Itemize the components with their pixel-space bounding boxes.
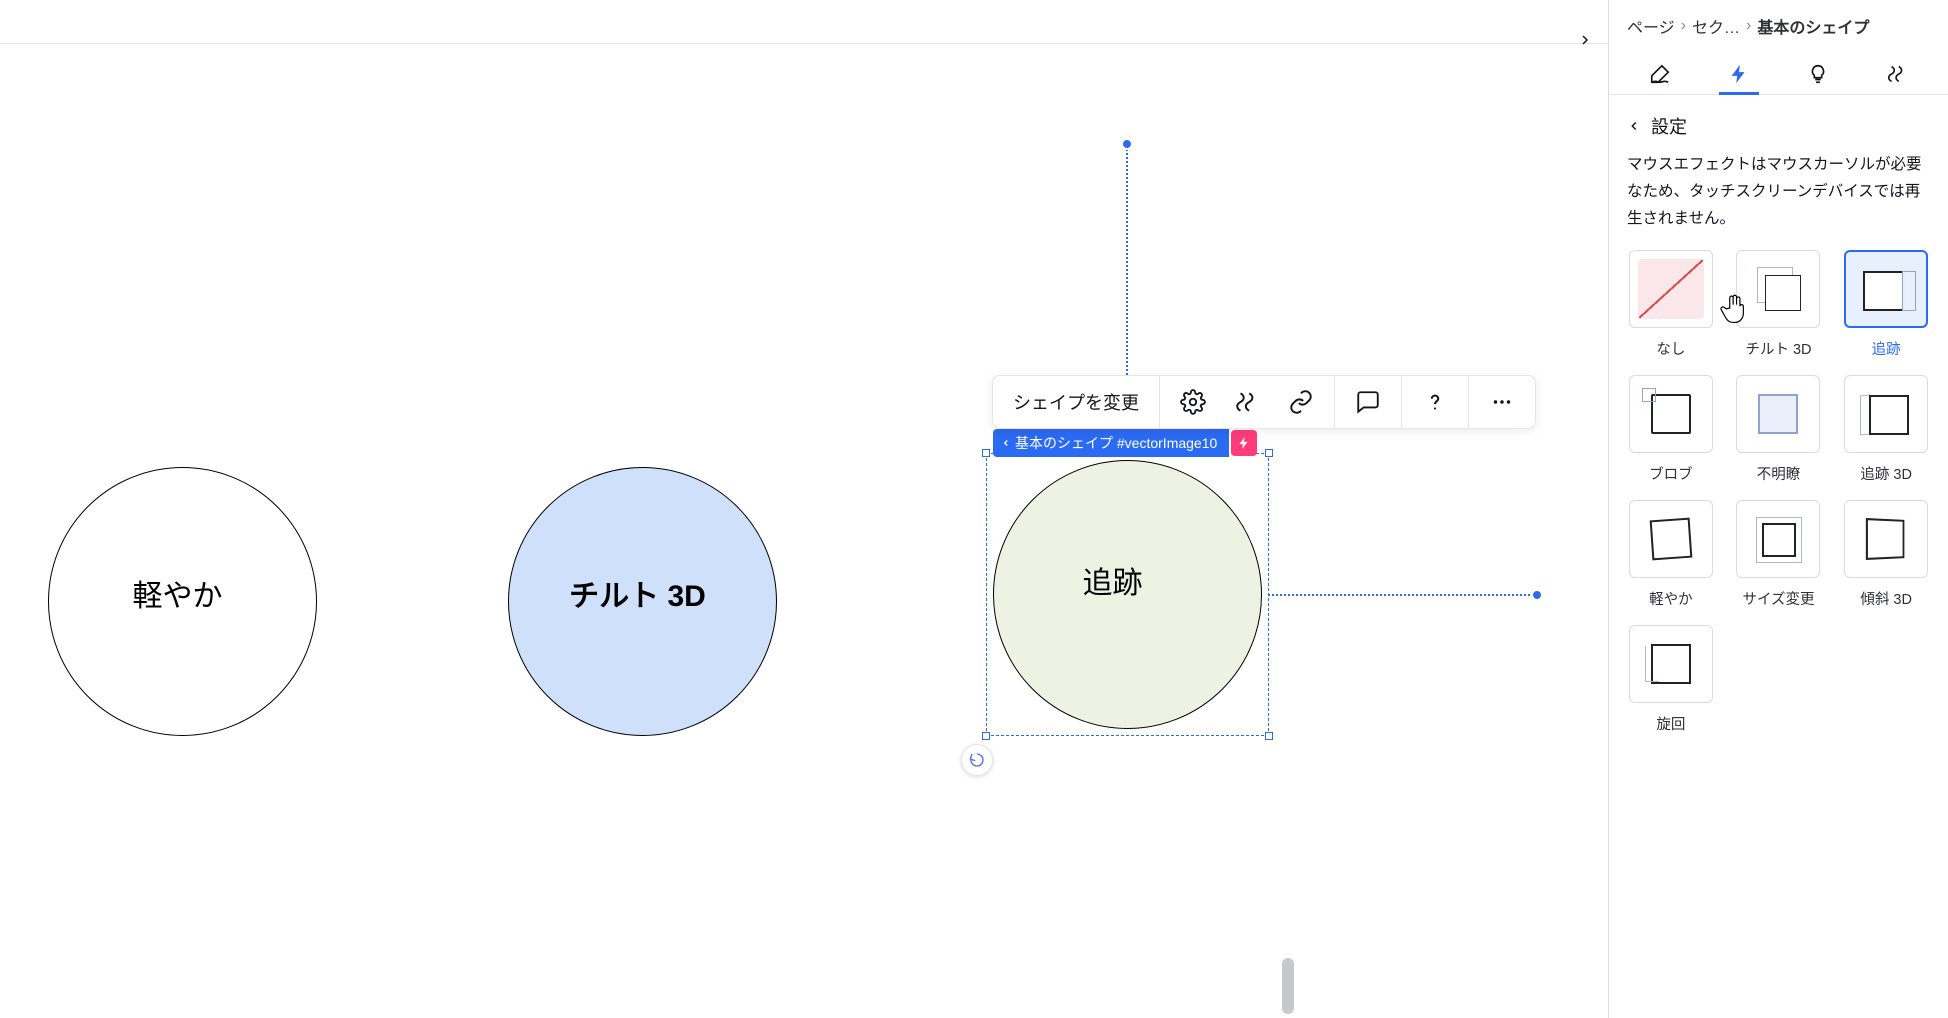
breadcrumb-section[interactable]: セク… bbox=[1692, 14, 1740, 38]
canvas-shape-2-label: チルト 3D bbox=[569, 571, 706, 615]
selection-label-pill[interactable]: 基本のシェイプ #vectorImage10 bbox=[993, 430, 1257, 456]
chevron-right-icon: › bbox=[1746, 17, 1751, 35]
breadcrumb: ページ › セク… › 基本のシェイプ bbox=[1609, 0, 1948, 46]
effect-blob[interactable]: ブロブ bbox=[1623, 375, 1719, 484]
expand-panel-strip bbox=[1562, 0, 1608, 80]
selection-handle-bl[interactable] bbox=[982, 732, 990, 740]
guide-line-horizontal bbox=[1268, 594, 1538, 596]
panel-tabs bbox=[1609, 46, 1948, 95]
selection-label: 基本のシェイプ #vectorImage10 bbox=[1015, 433, 1217, 453]
tab-design[interactable] bbox=[1638, 54, 1682, 94]
panel-description: マウスエフェクトはマウスカーソルが必要なため、タッチスクリーンデバイスでは再生さ… bbox=[1609, 149, 1948, 250]
effect-skew-3d[interactable]: 傾斜 3D bbox=[1838, 500, 1934, 609]
selection-handle-tr[interactable] bbox=[1265, 449, 1273, 457]
guide-point-right[interactable] bbox=[1531, 589, 1543, 601]
animation-icon[interactable] bbox=[1234, 389, 1260, 415]
help-icon[interactable] bbox=[1422, 389, 1448, 415]
breadcrumb-page[interactable]: ページ bbox=[1627, 14, 1675, 38]
effect-follow-3d[interactable]: 追跡 3D bbox=[1838, 375, 1934, 484]
floating-toolbar: シェイプを変更 bbox=[992, 375, 1536, 429]
settings-icon[interactable] bbox=[1180, 389, 1206, 415]
selection-handle-tl[interactable] bbox=[982, 449, 990, 457]
tab-ideas[interactable] bbox=[1796, 54, 1840, 94]
effect-blur[interactable]: 不明瞭 bbox=[1731, 375, 1827, 484]
link-icon[interactable] bbox=[1288, 389, 1314, 415]
change-shape-button[interactable]: シェイプを変更 bbox=[993, 376, 1160, 428]
selection-outline bbox=[986, 453, 1269, 736]
panel-back-label: 設定 bbox=[1651, 113, 1687, 139]
workspace: 軽やか チルト 3D 追跡 基本のシェイプ #vectorImage10 bbox=[0, 43, 1948, 1018]
selection-effect-badge[interactable] bbox=[1231, 430, 1257, 456]
selection-handle-br[interactable] bbox=[1265, 732, 1273, 740]
canvas-ruler bbox=[0, 0, 1654, 43]
canvas-shape-1-label: 軽やか bbox=[133, 571, 223, 615]
mini-scrollbar[interactable] bbox=[1282, 958, 1294, 1014]
canvas[interactable]: 軽やか チルト 3D 追跡 基本のシェイプ #vectorImage10 bbox=[0, 43, 1654, 1018]
tab-interactions[interactable] bbox=[1717, 54, 1761, 94]
tab-code[interactable] bbox=[1875, 54, 1919, 94]
chevron-right-icon: › bbox=[1681, 17, 1686, 35]
effect-light[interactable]: 軽やか bbox=[1623, 500, 1719, 609]
effect-grid: なし チルト 3D 追跡 ブロブ 不明瞭 追跡 3D 軽やか サイズ変更 傾斜 … bbox=[1609, 250, 1948, 734]
breadcrumb-current: 基本のシェイプ bbox=[1757, 14, 1869, 38]
effect-size[interactable]: サイズ変更 bbox=[1731, 500, 1827, 609]
guide-point-top[interactable] bbox=[1121, 138, 1133, 150]
rotate-button[interactable] bbox=[961, 744, 993, 776]
more-icon[interactable] bbox=[1489, 389, 1515, 415]
canvas-shape-1[interactable]: 軽やか bbox=[48, 467, 317, 736]
effect-tilt-3d[interactable]: チルト 3D bbox=[1731, 250, 1827, 359]
effect-spin[interactable]: 旋回 bbox=[1623, 625, 1719, 734]
effect-follow[interactable]: 追跡 bbox=[1838, 250, 1934, 359]
panel-back-row[interactable]: 設定 bbox=[1609, 95, 1948, 149]
right-panel: ページ › セク… › 基本のシェイプ 設定 マウスエフェクトはマウスカーソルが… bbox=[1608, 0, 1948, 1018]
effect-none[interactable]: なし bbox=[1623, 250, 1719, 359]
expand-panel-button[interactable] bbox=[1567, 22, 1603, 58]
canvas-shape-2[interactable]: チルト 3D bbox=[508, 467, 777, 736]
comment-icon[interactable] bbox=[1355, 389, 1381, 415]
